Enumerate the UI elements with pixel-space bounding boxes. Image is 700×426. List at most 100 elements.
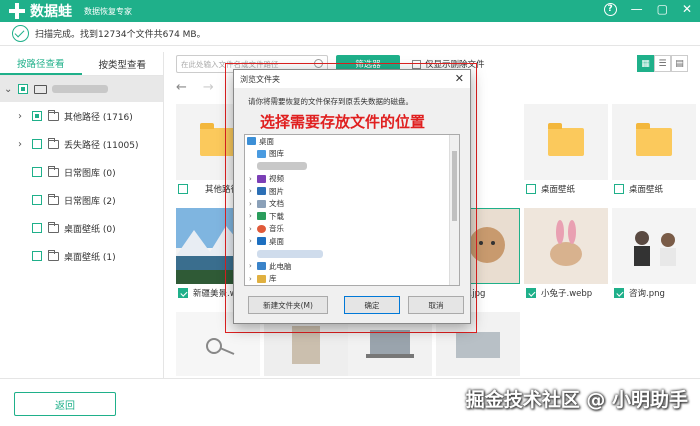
title-bar: 数据蛙 数据恢复专家 ? — ▢ ✕ bbox=[0, 0, 700, 22]
file-tile[interactable]: 咨询.png bbox=[612, 208, 696, 302]
sidebar-item-gallery-0[interactable]: 日常图库 (0) bbox=[0, 158, 163, 186]
folder-icon bbox=[548, 123, 584, 156]
new-folder-button[interactable]: 新建文件夹(M) bbox=[248, 296, 328, 314]
tree-item-label: 库 bbox=[269, 274, 277, 284]
app-name: 数据蛙 bbox=[30, 4, 72, 20]
minimize-icon[interactable]: — bbox=[631, 2, 643, 16]
file-name: 小兔子.webp bbox=[541, 289, 593, 299]
chevron-right-icon[interactable]: › bbox=[249, 275, 257, 283]
chevron-right-icon[interactable]: › bbox=[249, 212, 257, 220]
tree-item-label: 此电脑 bbox=[269, 261, 292, 271]
picture-icon bbox=[257, 187, 266, 196]
file-thumbnail[interactable] bbox=[524, 104, 608, 180]
sidebar-item-label: 日常图库 (2) bbox=[64, 196, 116, 207]
chevron-right-icon[interactable]: › bbox=[249, 200, 257, 208]
file-checkbox[interactable] bbox=[526, 184, 536, 194]
sidebar-item-lost-paths[interactable]: › 丢失路径 (11005) bbox=[0, 130, 163, 158]
library-icon bbox=[257, 274, 266, 283]
file-tile[interactable]: 小兔子.webp bbox=[524, 208, 608, 302]
help-icon[interactable]: ? bbox=[603, 2, 617, 16]
file-name: 桌面壁纸 bbox=[541, 185, 576, 195]
list-view-icon[interactable]: ☰ bbox=[654, 55, 671, 72]
logo-plus-icon bbox=[8, 2, 26, 20]
drive-checkbox[interactable] bbox=[18, 84, 28, 94]
tree-item-label: 桌面 bbox=[259, 136, 274, 146]
tree-item-downloads[interactable]: › 下载 bbox=[245, 210, 459, 223]
grid-view-icon[interactable]: ▦ bbox=[637, 55, 654, 72]
chevron-down-icon[interactable]: ⌄ bbox=[4, 84, 14, 95]
file-thumbnail[interactable] bbox=[524, 208, 608, 284]
sidebar-item-wallpaper-0[interactable]: 桌面壁纸 (0) bbox=[0, 214, 163, 242]
chevron-right-icon[interactable]: › bbox=[249, 237, 257, 245]
sidebar-item-gallery-2[interactable]: 日常图库 (2) bbox=[0, 186, 163, 214]
item-checkbox[interactable] bbox=[32, 111, 42, 121]
tree-item-desktop[interactable]: 桌面 bbox=[245, 135, 459, 148]
item-checkbox[interactable] bbox=[32, 223, 42, 233]
back-button[interactable]: 返回 bbox=[14, 392, 116, 416]
back-arrow-icon[interactable]: ← bbox=[176, 80, 187, 95]
item-checkbox[interactable] bbox=[32, 167, 42, 177]
cancel-button[interactable]: 取消 bbox=[408, 296, 464, 314]
folder-tree: 桌面 图库 › 视频 › 图片 › 文档 › 下载 › 音乐 › 桌面 › 此电… bbox=[244, 134, 460, 286]
file-tile[interactable]: 桌面壁纸 bbox=[524, 104, 608, 198]
nav-arrows: ← → bbox=[176, 80, 214, 95]
item-checkbox[interactable] bbox=[32, 251, 42, 261]
file-checkbox[interactable] bbox=[526, 288, 536, 298]
sidebar-item-other-paths[interactable]: › 其他路径 (1716) bbox=[0, 102, 163, 130]
sidebar-item-label: 桌面壁纸 (0) bbox=[64, 224, 116, 235]
tree-item-label: 桌面 bbox=[269, 236, 284, 246]
browse-folder-dialog: 浏览文件夹 ✕ 请你将需要恢复的文件保存到原丢失数据的磁盘。 选择需要存放文件的… bbox=[233, 69, 471, 324]
maximize-icon[interactable]: ▢ bbox=[657, 2, 668, 16]
tree-item-documents[interactable]: › 文档 bbox=[245, 198, 459, 211]
chevron-right-icon[interactable]: › bbox=[249, 175, 257, 183]
tree-item-redacted[interactable] bbox=[245, 248, 459, 261]
chevron-right-icon[interactable]: › bbox=[249, 187, 257, 195]
tree-item-library[interactable]: › 库 bbox=[245, 273, 459, 286]
file-checkbox[interactable] bbox=[614, 184, 624, 194]
app-logo: 数据蛙 bbox=[8, 1, 72, 21]
sidebar-item-wallpaper-1[interactable]: 桌面壁纸 (1) bbox=[0, 242, 163, 270]
chevron-right-icon[interactable]: › bbox=[18, 111, 28, 122]
item-checkbox[interactable] bbox=[32, 195, 42, 205]
drive-icon bbox=[34, 84, 47, 94]
file-tile[interactable]: 桌面壁纸 bbox=[612, 104, 696, 198]
tree-item-gallery[interactable]: 图库 bbox=[245, 148, 459, 161]
chevron-right-icon[interactable]: › bbox=[18, 139, 28, 150]
tree-item-redacted[interactable] bbox=[245, 160, 459, 173]
file-checkbox[interactable] bbox=[614, 288, 624, 298]
download-icon bbox=[257, 212, 266, 221]
file-thumbnail[interactable] bbox=[612, 104, 696, 180]
tree-scrollbar[interactable] bbox=[449, 135, 459, 285]
app-subtitle: 数据恢复专家 bbox=[84, 6, 132, 16]
tree-item-label: 图片 bbox=[269, 186, 284, 196]
annotation-text: 选择需要存放文件的位置 bbox=[260, 113, 426, 131]
file-checkbox[interactable] bbox=[178, 184, 188, 194]
watermark-text: 掘金技术社区 @ 小明助手 bbox=[465, 389, 688, 411]
folder-icon bbox=[48, 165, 59, 177]
desktop-icon bbox=[257, 237, 266, 246]
tree-item-desktop-2[interactable]: › 桌面 bbox=[245, 235, 459, 248]
chevron-right-icon[interactable]: › bbox=[249, 262, 257, 270]
scrollbar-thumb[interactable] bbox=[452, 151, 457, 221]
tree-item-music[interactable]: › 音乐 bbox=[245, 223, 459, 236]
video-icon bbox=[257, 174, 266, 183]
view-switcher: ▦ ☰ ▤ bbox=[637, 55, 688, 72]
tree-item-pictures[interactable]: › 图片 bbox=[245, 185, 459, 198]
forward-arrow-icon[interactable]: → bbox=[203, 80, 214, 95]
item-checkbox[interactable] bbox=[32, 139, 42, 149]
dialog-message: 请你将需要恢复的文件保存到原丢失数据的磁盘。 bbox=[248, 97, 413, 106]
dialog-close-icon[interactable]: ✕ bbox=[455, 72, 464, 85]
file-thumbnail[interactable] bbox=[612, 208, 696, 284]
footer: 返回 掘金技术社区 @ 小明助手 bbox=[0, 378, 700, 426]
tab-by-type[interactable]: 按类型查看 bbox=[82, 52, 164, 75]
tree-root-drive[interactable]: ⌄ bbox=[0, 76, 163, 102]
tree-item-this-pc[interactable]: › 此电脑 bbox=[245, 260, 459, 273]
detail-view-icon[interactable]: ▤ bbox=[671, 55, 688, 72]
ok-button[interactable]: 确定 bbox=[344, 296, 400, 314]
tab-by-path[interactable]: 按路径查看 bbox=[0, 52, 82, 75]
folder-icon bbox=[636, 123, 672, 156]
tree-item-video[interactable]: › 视频 bbox=[245, 173, 459, 186]
chevron-right-icon[interactable]: › bbox=[249, 225, 257, 233]
file-checkbox[interactable] bbox=[178, 288, 188, 298]
close-icon[interactable]: ✕ bbox=[682, 2, 692, 16]
